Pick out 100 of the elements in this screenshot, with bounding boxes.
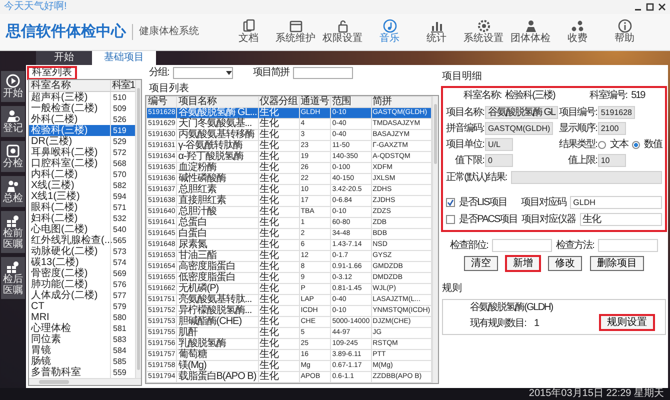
list-cell-text: 胃镜	[30, 345, 52, 356]
list-row[interactable]: 同位素 583	[29, 334, 135, 345]
table-cell: 载脂蛋白B(APO B)	[176, 372, 258, 382]
input-field[interactable]: 谷氨酸脱氢酶 GL	[484, 106, 558, 119]
list-cell-text: 肠镜	[30, 356, 51, 367]
toolbar-button[interactable]: 收费	[554, 19, 601, 44]
input-field[interactable]	[598, 239, 658, 252]
list-row[interactable]: 超声科(三楼) 510	[29, 92, 135, 103]
rule-item: 谷氨酸脱氢酶(GLDH)	[470, 302, 553, 314]
sidebar-button[interactable]: 总检	[1, 176, 25, 207]
toolbar-button[interactable]: 音乐	[366, 19, 413, 44]
close-icon[interactable]	[658, 2, 666, 11]
list-row[interactable]: 人体成分(二楼) 577	[29, 290, 135, 301]
checkbox-label[interactable]: 是否PACS项目	[459, 214, 518, 226]
list-row[interactable]: 骨密度(二楼) 569	[29, 268, 135, 279]
list-row[interactable]: 耳鼻喉科(二楼) 572	[29, 147, 135, 158]
person-icon	[6, 109, 20, 123]
sidebar-button[interactable]: 登记	[1, 106, 25, 137]
list-cell-text: X线(三楼)	[30, 180, 74, 191]
field-label: 检查方法:	[556, 240, 594, 252]
input-field[interactable]: 0	[484, 154, 513, 167]
list-row[interactable]: 妇科(二楼) 532	[29, 213, 135, 224]
checkbox[interactable]	[446, 198, 456, 207]
field-label: 拼音编码:	[446, 122, 484, 134]
list-row[interactable]: 心理体检 581	[29, 323, 135, 334]
table-cell: 生化	[258, 174, 300, 184]
table-cell: 生化	[258, 294, 300, 306]
field-label: 科室编号:	[589, 90, 628, 102]
tab[interactable]: 基础项目	[92, 51, 156, 65]
list-row[interactable]: X线1(三楼) 594	[29, 191, 135, 202]
list-row[interactable]: 一般检查(二楼) 509	[29, 103, 135, 114]
field-value: 1	[534, 318, 538, 330]
tab[interactable]: 开始	[36, 51, 92, 65]
scrollbar[interactable]	[29, 378, 141, 385]
list-cell: 584	[110, 345, 126, 356]
field-label: 分组:	[149, 67, 169, 79]
list-cell: 594	[110, 191, 126, 202]
input-field[interactable]: 5191628	[598, 106, 635, 119]
list-cell-text: 红外线乳腺检查(...	[30, 235, 110, 246]
sidebar-button[interactable]: 开始	[1, 71, 25, 102]
input-field[interactable]: 生化	[580, 213, 662, 226]
radio-button[interactable]	[632, 140, 640, 148]
panel-title: 项目明细	[442, 71, 484, 83]
list-row[interactable]: 内科(二楼) 570	[29, 169, 135, 180]
list-row[interactable]: 胃镜 584	[29, 345, 135, 356]
list-row[interactable]: 碳13(二楼) 574	[29, 257, 135, 268]
input-field[interactable]: U/L	[484, 138, 513, 151]
list-row[interactable]: CT 579	[29, 301, 135, 312]
input-field[interactable]: GASTQM(GLDH)	[484, 122, 554, 135]
pinyin-field[interactable]	[292, 67, 353, 79]
music-icon	[382, 19, 396, 34]
input-field[interactable]	[492, 239, 552, 252]
table-cell: 甘油三酯	[176, 250, 258, 262]
action-button[interactable]: 删除项目	[590, 256, 644, 271]
list-cell-text: 一般检查(二楼)	[30, 103, 99, 114]
list-cell: 579	[110, 301, 126, 312]
scrollbar[interactable]	[135, 80, 141, 378]
toolbar-button[interactable]: 团体体检	[507, 19, 554, 44]
action-button[interactable]: 清空	[464, 256, 498, 271]
list-row[interactable]: 肺功能(二楼) 576	[29, 279, 135, 290]
toolbar-button[interactable]: 统计	[413, 19, 460, 44]
list-cell: 583	[110, 334, 126, 345]
radio-label[interactable]: 文本	[610, 138, 628, 150]
panel-title: 规则	[442, 283, 464, 295]
action-button[interactable]: 新增	[506, 256, 540, 271]
input-field[interactable]: 10	[598, 154, 626, 167]
checkbox[interactable]	[446, 215, 456, 224]
list-row[interactable]: 动脉硬化(二楼) 573	[29, 246, 135, 257]
list-row[interactable]: MRI 580	[29, 312, 135, 323]
list-row[interactable]: 心电图(二楼) 540	[29, 224, 135, 235]
field-label: 项目单位:	[446, 138, 484, 150]
maximize-icon[interactable]	[646, 2, 654, 11]
list-cell-text: DR(三楼)	[30, 136, 74, 147]
toolbar-button[interactable]: 文档	[225, 19, 272, 44]
list-row[interactable]: 肠镜 585	[29, 356, 135, 367]
list-row[interactable]: DR(三楼) 529	[29, 136, 135, 147]
sidebar-button[interactable]: 检前医嘱	[1, 211, 25, 253]
toolbar-button[interactable]: 系统设置	[460, 19, 507, 44]
group-dropdown[interactable]	[172, 67, 233, 79]
sidebar-button[interactable]: 分检	[1, 141, 25, 172]
radio-label[interactable]: 数值	[644, 138, 662, 150]
toolbar-button[interactable]: 权限设置	[319, 19, 366, 44]
checkbox-label[interactable]: 是否LIS项目	[459, 196, 518, 208]
input-field[interactable]: GLDH	[570, 196, 662, 209]
list-row[interactable]: 检验科(三楼) 519	[29, 125, 135, 136]
action-button[interactable]: 修改	[548, 256, 582, 271]
list-row[interactable]: X线(三楼) 582	[29, 180, 135, 191]
list-row[interactable]: 眼科(二楼) 571	[29, 202, 135, 213]
input-field[interactable]	[510, 171, 662, 184]
scrollbar[interactable]	[432, 96, 438, 383]
people-icon	[6, 179, 20, 193]
list-row[interactable]: 口腔科室(二楼) 568	[29, 158, 135, 169]
sidebar-button[interactable]: 检后医嘱	[1, 257, 25, 299]
toolbar-button[interactable]: 帮助	[601, 19, 648, 44]
rule-settings-button[interactable]: 规则设置	[600, 315, 654, 330]
radio-button[interactable]	[598, 140, 606, 148]
list-row[interactable]: 红外线乳腺检查(...565	[29, 235, 135, 246]
field-label: 现有规则数目:	[470, 318, 526, 330]
toolbar-button[interactable]: 系统维护	[272, 19, 319, 44]
input-field[interactable]: 2100	[598, 122, 626, 135]
